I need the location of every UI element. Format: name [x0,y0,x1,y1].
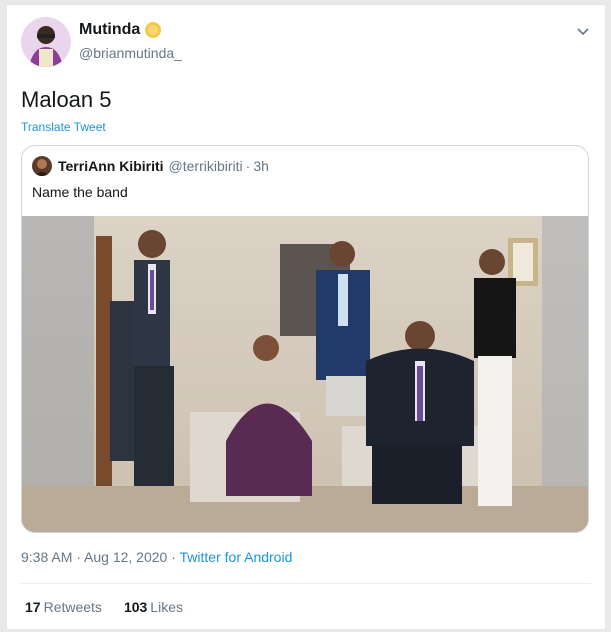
quoted-author-name[interactable]: TerriAnn Kibiriti [58,158,164,174]
quoted-time[interactable]: 3h [253,158,269,174]
tweet-card: Mutinda @brianmutinda_ Maloan 5 Translat… [6,4,606,630]
chevron-down-icon[interactable] [575,23,591,39]
author-display-name[interactable]: Mutinda [79,21,140,39]
quoted-separator: · [245,158,251,174]
author-name-row: Mutinda [79,21,162,39]
tweet-timestamp: 9:38 AM · Aug 12, 2020 · Twitter for And… [21,549,292,565]
tweet-stats: 17 Retweets 103 Likes [25,599,183,615]
quoted-tweet[interactable]: TerriAnn Kibiriti @terrikibiriti · 3h Na… [21,145,589,533]
tweet-text: Maloan 5 [21,87,112,112]
quoted-tweet-text: Name the band [32,184,128,200]
retweets-stat[interactable]: 17 Retweets [25,599,102,615]
translate-tweet-link[interactable]: Translate Tweet [21,120,106,134]
likes-label: Likes [150,599,183,615]
tweet-date[interactable]: 9:38 AM · Aug 12, 2020 · [21,549,180,565]
divider [21,583,591,584]
quoted-tweet-header: TerriAnn Kibiriti @terrikibiriti · 3h [32,156,269,176]
quoted-author-handle[interactable]: @terrikibiriti [169,158,243,174]
tweet-source-link[interactable]: Twitter for Android [180,549,293,565]
retweets-label: Retweets [43,599,102,615]
likes-stat[interactable]: 103 Likes [124,599,183,615]
retweets-count: 17 [25,599,41,615]
likes-count: 103 [123,599,148,615]
quoted-author-avatar[interactable] [32,156,52,176]
author-avatar[interactable] [21,17,71,67]
author-handle[interactable]: @brianmutinda_ [79,45,182,61]
verified-badge-icon [145,22,162,38]
quoted-tweet-photo[interactable] [22,216,588,532]
